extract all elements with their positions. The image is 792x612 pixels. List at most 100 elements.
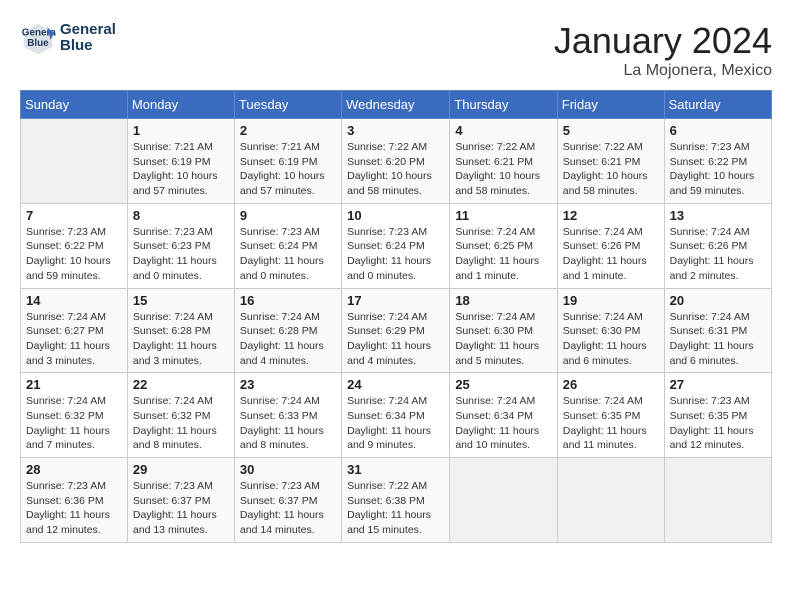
calendar-cell: 24 Sunrise: 7:24 AM Sunset: 6:34 PM Dayli…: [342, 373, 450, 458]
day-info: Sunrise: 7:24 AM Sunset: 6:32 PM Dayligh…: [133, 394, 229, 453]
calendar-cell: 25 Sunrise: 7:24 AM Sunset: 6:34 PM Dayli…: [450, 373, 557, 458]
day-number: 2: [240, 123, 336, 138]
day-info: Sunrise: 7:23 AM Sunset: 6:22 PM Dayligh…: [670, 140, 766, 199]
calendar-cell: 16 Sunrise: 7:24 AM Sunset: 6:28 PM Dayli…: [234, 288, 341, 373]
title-block: January 2024 La Mojonera, Mexico: [554, 20, 772, 80]
day-info: Sunrise: 7:24 AM Sunset: 6:26 PM Dayligh…: [670, 225, 766, 284]
calendar-cell: 4Sunrise: 7:22 AM Sunset: 6:21 PM Daylig…: [450, 119, 557, 204]
day-number: 14: [26, 293, 122, 308]
day-info: Sunrise: 7:24 AM Sunset: 6:25 PM Dayligh…: [455, 225, 551, 284]
day-info: Sunrise: 7:21 AM Sunset: 6:19 PM Dayligh…: [133, 140, 229, 199]
weekday-header-friday: Friday: [557, 91, 664, 119]
day-number: 23: [240, 377, 336, 392]
weekday-header-wednesday: Wednesday: [342, 91, 450, 119]
day-number: 10: [347, 208, 444, 223]
svg-text:Blue: Blue: [27, 38, 49, 49]
day-number: 1: [133, 123, 229, 138]
calendar-cell: 13 Sunrise: 7:24 AM Sunset: 6:26 PM Dayli…: [664, 203, 771, 288]
day-info: Sunrise: 7:23 AM Sunset: 6:37 PM Dayligh…: [240, 479, 336, 538]
calendar-cell: 22 Sunrise: 7:24 AM Sunset: 6:32 PM Dayli…: [127, 373, 234, 458]
day-number: 8: [133, 208, 229, 223]
day-number: 25: [455, 377, 551, 392]
calendar-table: SundayMondayTuesdayWednesdayThursdayFrid…: [20, 90, 772, 543]
calendar-cell: 2 Sunrise: 7:21 AM Sunset: 6:19 PM Daylig…: [234, 119, 341, 204]
day-info: Sunrise: 7:24 AM Sunset: 6:28 PM Dayligh…: [133, 310, 229, 369]
day-info: Sunrise: 7:24 AM Sunset: 6:30 PM Dayligh…: [455, 310, 551, 369]
day-number: 24: [347, 377, 444, 392]
day-info: Sunrise: 7:24 AM Sunset: 6:33 PM Dayligh…: [240, 394, 336, 453]
calendar-title: January 2024: [554, 20, 772, 62]
calendar-cell: 15 Sunrise: 7:24 AM Sunset: 6:28 PM Dayli…: [127, 288, 234, 373]
calendar-cell: 11 Sunrise: 7:24 AM Sunset: 6:25 PM Dayli…: [450, 203, 557, 288]
day-info: Sunrise: 7:24 AM Sunset: 6:28 PM Dayligh…: [240, 310, 336, 369]
calendar-cell: 21 Sunrise: 7:24 AM Sunset: 6:32 PM Dayli…: [21, 373, 128, 458]
day-info: Sunrise: 7:23 AM Sunset: 6:24 PM Dayligh…: [240, 225, 336, 284]
calendar-cell: 23 Sunrise: 7:24 AM Sunset: 6:33 PM Dayli…: [234, 373, 341, 458]
weekday-header-sunday: Sunday: [21, 91, 128, 119]
calendar-cell: 9Sunrise: 7:23 AM Sunset: 6:24 PM Daylig…: [234, 203, 341, 288]
calendar-cell: 31 Sunrise: 7:22 AM Sunset: 6:38 PM Dayli…: [342, 458, 450, 543]
calendar-cell: 19Sunrise: 7:24 AM Sunset: 6:30 PM Dayli…: [557, 288, 664, 373]
day-info: Sunrise: 7:24 AM Sunset: 6:26 PM Dayligh…: [563, 225, 659, 284]
logo: General Blue General Blue: [20, 20, 116, 56]
day-number: 13: [670, 208, 766, 223]
day-number: 28: [26, 462, 122, 477]
day-info: Sunrise: 7:24 AM Sunset: 6:32 PM Dayligh…: [26, 394, 122, 453]
calendar-cell: 8 Sunrise: 7:23 AM Sunset: 6:23 PM Daylig…: [127, 203, 234, 288]
day-info: Sunrise: 7:22 AM Sunset: 6:21 PM Dayligh…: [563, 140, 659, 199]
day-number: 20: [670, 293, 766, 308]
day-number: 4: [455, 123, 551, 138]
day-number: 3: [347, 123, 444, 138]
day-number: 27: [670, 377, 766, 392]
day-number: 11: [455, 208, 551, 223]
day-info: Sunrise: 7:21 AM Sunset: 6:19 PM Dayligh…: [240, 140, 336, 199]
calendar-cell: 26 Sunrise: 7:24 AM Sunset: 6:35 PM Dayli…: [557, 373, 664, 458]
day-number: 5: [563, 123, 659, 138]
day-number: 31: [347, 462, 444, 477]
day-number: 26: [563, 377, 659, 392]
calendar-cell: 1 Sunrise: 7:21 AM Sunset: 6:19 PM Daylig…: [127, 119, 234, 204]
weekday-header-saturday: Saturday: [664, 91, 771, 119]
day-info: Sunrise: 7:24 AM Sunset: 6:34 PM Dayligh…: [347, 394, 444, 453]
calendar-cell: 10 Sunrise: 7:23 AM Sunset: 6:24 PM Dayli…: [342, 203, 450, 288]
day-number: 30: [240, 462, 336, 477]
day-number: 17: [347, 293, 444, 308]
logo-text-blue: Blue: [60, 38, 116, 55]
weekday-header-monday: Monday: [127, 91, 234, 119]
calendar-cell: 6 Sunrise: 7:23 AM Sunset: 6:22 PM Daylig…: [664, 119, 771, 204]
calendar-cell: 14 Sunrise: 7:24 AM Sunset: 6:27 PM Dayli…: [21, 288, 128, 373]
page-header: General Blue General Blue January 2024 L…: [20, 20, 772, 80]
calendar-cell: 12 Sunrise: 7:24 AM Sunset: 6:26 PM Dayli…: [557, 203, 664, 288]
logo-icon: General Blue: [20, 20, 56, 56]
day-number: 19: [563, 293, 659, 308]
day-info: Sunrise: 7:24 AM Sunset: 6:34 PM Dayligh…: [455, 394, 551, 453]
day-info: Sunrise: 7:24 AM Sunset: 6:31 PM Dayligh…: [670, 310, 766, 369]
day-info: Sunrise: 7:24 AM Sunset: 6:29 PM Dayligh…: [347, 310, 444, 369]
calendar-cell: 20 Sunrise: 7:24 AM Sunset: 6:31 PM Dayli…: [664, 288, 771, 373]
day-info: Sunrise: 7:22 AM Sunset: 6:38 PM Dayligh…: [347, 479, 444, 538]
day-number: 21: [26, 377, 122, 392]
day-info: Sunrise: 7:23 AM Sunset: 6:24 PM Dayligh…: [347, 225, 444, 284]
day-number: 22: [133, 377, 229, 392]
day-info: Sunrise: 7:24 AM Sunset: 6:27 PM Dayligh…: [26, 310, 122, 369]
calendar-cell: [21, 119, 128, 204]
calendar-cell: 3 Sunrise: 7:22 AM Sunset: 6:20 PM Daylig…: [342, 119, 450, 204]
calendar-cell: [664, 458, 771, 543]
logo-text-general: General: [60, 22, 116, 39]
day-number: 29: [133, 462, 229, 477]
day-info: Sunrise: 7:23 AM Sunset: 6:23 PM Dayligh…: [133, 225, 229, 284]
calendar-cell: 28Sunrise: 7:23 AM Sunset: 6:36 PM Dayli…: [21, 458, 128, 543]
day-number: 18: [455, 293, 551, 308]
calendar-cell: 18 Sunrise: 7:24 AM Sunset: 6:30 PM Dayli…: [450, 288, 557, 373]
day-number: 15: [133, 293, 229, 308]
day-info: Sunrise: 7:23 AM Sunset: 6:37 PM Dayligh…: [133, 479, 229, 538]
day-info: Sunrise: 7:22 AM Sunset: 6:20 PM Dayligh…: [347, 140, 444, 199]
day-number: 6: [670, 123, 766, 138]
day-info: Sunrise: 7:24 AM Sunset: 6:35 PM Dayligh…: [563, 394, 659, 453]
calendar-cell: 17 Sunrise: 7:24 AM Sunset: 6:29 PM Dayli…: [342, 288, 450, 373]
day-info: Sunrise: 7:23 AM Sunset: 6:22 PM Dayligh…: [26, 225, 122, 284]
weekday-header-thursday: Thursday: [450, 91, 557, 119]
calendar-cell: 7Sunrise: 7:23 AM Sunset: 6:22 PM Daylig…: [21, 203, 128, 288]
day-number: 16: [240, 293, 336, 308]
day-number: 12: [563, 208, 659, 223]
